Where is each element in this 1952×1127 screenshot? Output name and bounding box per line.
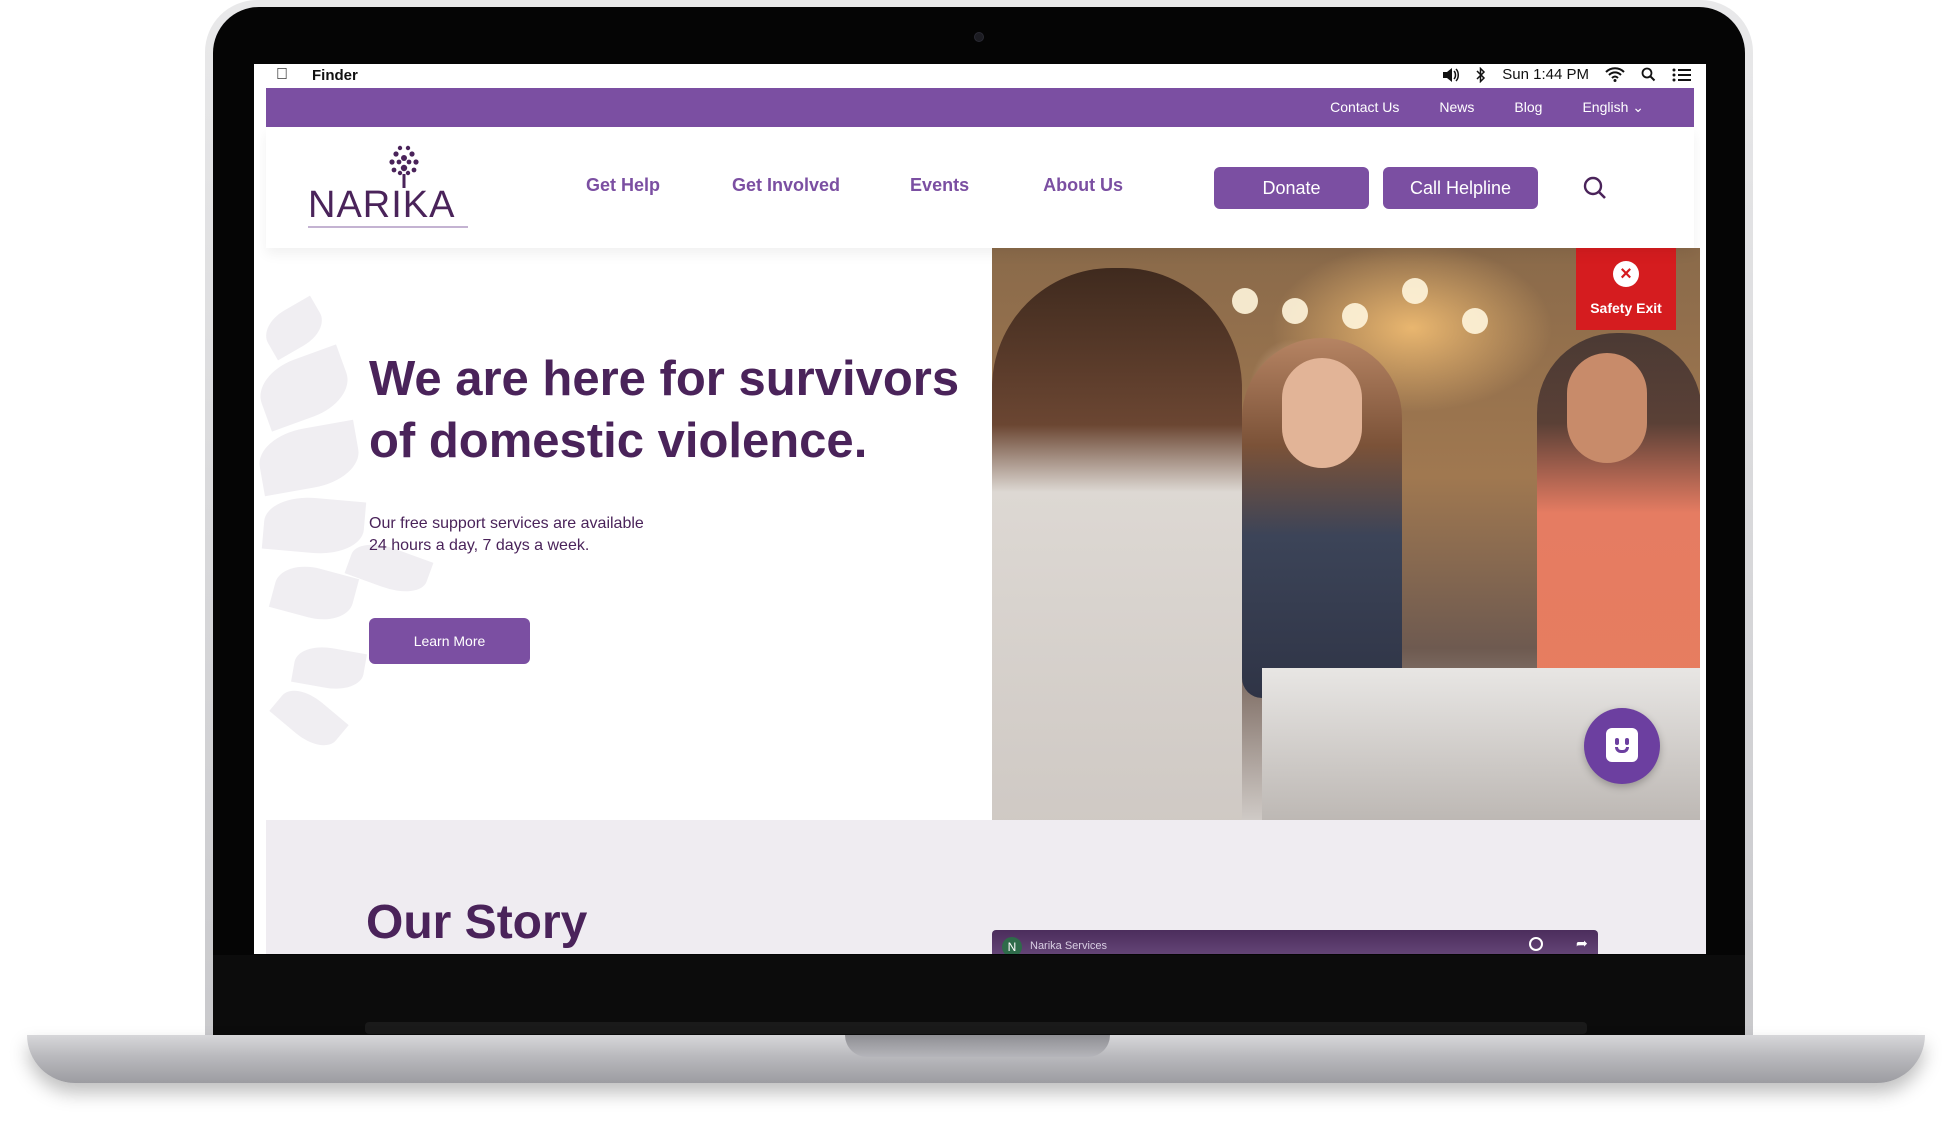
laptop-notch [845,1035,1110,1057]
video-embed[interactable]: N Narika Services ➦ [992,930,1598,954]
photo-face [1567,353,1647,463]
camera-icon [974,32,984,42]
hero-subtitle-line-1: Our free support services are available [369,515,644,532]
utility-bar: Contact Us News Blog English ⌄ [266,88,1694,127]
leaf-decoration [261,493,367,558]
tree-icon [389,145,419,188]
bluetooth-icon[interactable] [1476,66,1486,83]
apple-icon[interactable]:  [276,66,288,84]
share-icon[interactable]: ➦ [1576,935,1588,952]
photo-person [992,268,1242,820]
clock-text[interactable]: Sun 1:44 PM [1502,66,1589,83]
language-selector[interactable]: English ⌄ [1582,99,1644,116]
language-label: English [1582,99,1629,115]
nav-about-us[interactable]: About Us [1043,175,1123,196]
chevron-down-icon: ⌄ [1632,99,1644,115]
website: Contact Us News Blog English ⌄ NARIKA Ge… [254,88,1706,954]
our-story-section: Our Story N Narika Services ➦ [266,820,1706,954]
story-title: Our Story [366,896,588,949]
watch-later-icon[interactable] [1529,937,1543,951]
nav-get-involved[interactable]: Get Involved [732,175,840,196]
chat-face-icon [1606,728,1638,762]
hero-text-panel: We are here for survivors of domestic vi… [254,248,992,820]
volume-icon[interactable] [1442,67,1460,83]
learn-more-button[interactable]: Learn More [369,618,530,664]
site-logo[interactable]: NARIKA [308,144,468,228]
nav-events[interactable]: Events [910,175,969,196]
laptop-hinge [365,1022,1587,1034]
hero-subtitle: Our free support services are available … [369,513,769,557]
hero-title: We are here for survivors of domestic vi… [369,352,960,468]
nav-get-help[interactable]: Get Help [586,175,660,196]
os-menu-bar:  Finder Sun 1:44 PM [254,64,1706,88]
chat-widget-button[interactable] [1584,708,1660,784]
logo-underline [308,226,468,228]
close-icon: × [1613,261,1639,287]
safety-exit-label: Safety Exit [1590,300,1662,316]
channel-avatar[interactable]: N [1002,937,1022,954]
notification-center-icon[interactable] [1672,68,1692,82]
site-header: NARIKA Get Help Get Involved Events Abou… [266,127,1694,248]
safety-exit-button[interactable]: × Safety Exit [1576,248,1676,330]
screen:  Finder Sun 1:44 PM Contact Us [254,64,1706,954]
news-link[interactable]: News [1439,99,1474,116]
logo-wordmark: NARIKA [308,184,456,226]
video-title[interactable]: Narika Services [1030,940,1107,952]
photo-face [1282,358,1362,468]
leaf-decoration [254,344,357,432]
donate-button[interactable]: Donate [1214,167,1369,209]
blog-link[interactable]: Blog [1514,99,1542,116]
leaf-decoration [291,642,367,694]
search-icon[interactable] [1582,175,1608,201]
wifi-icon[interactable] [1605,67,1625,82]
contact-us-link[interactable]: Contact Us [1330,99,1399,116]
hero-subtitle-line-2: 24 hours a day, 7 days a week. [369,537,590,554]
call-helpline-button[interactable]: Call Helpline [1383,167,1538,209]
main-nav: Get Help Get Involved Events About Us [586,175,1123,196]
utility-links: Contact Us News Blog English ⌄ [1330,99,1644,116]
leaf-decoration [269,680,349,756]
app-name[interactable]: Finder [312,67,358,84]
photo-lights [1192,268,1492,334]
spotlight-icon[interactable] [1641,67,1656,82]
status-area: Sun 1:44 PM [1442,66,1692,83]
